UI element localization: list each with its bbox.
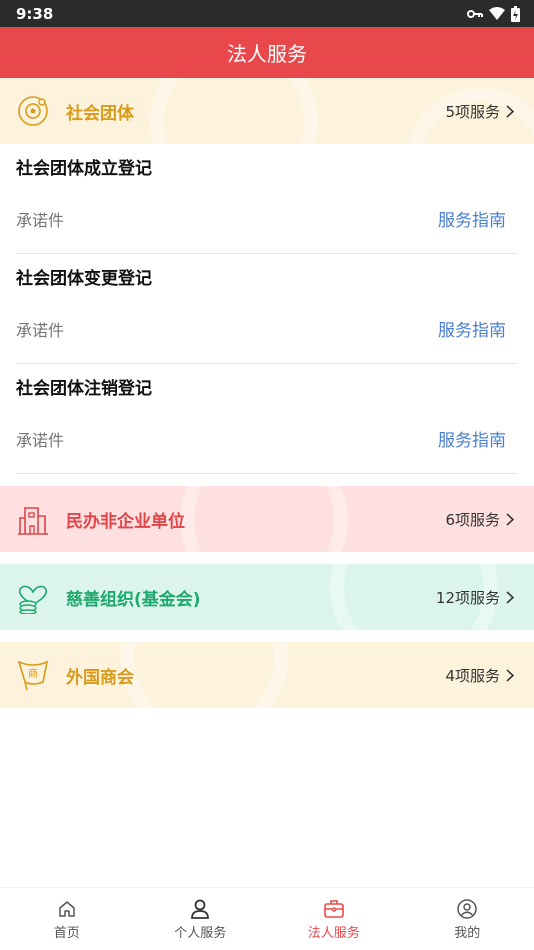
service-guide-link[interactable]: 服务指南 — [438, 426, 506, 451]
service-tag: 承诺件 — [16, 430, 65, 450]
chevron-right-icon — [506, 512, 514, 526]
category-count: 4项服务 — [445, 665, 514, 686]
tab-label: 首页 — [53, 925, 80, 941]
service-item[interactable]: 社会团体注销登记 承诺件 服务指南 — [16, 364, 518, 474]
tab-label: 个人服务 — [174, 925, 227, 941]
tab-home[interactable]: 首页 — [0, 888, 134, 950]
service-item[interactable]: 社会团体变更登记 承诺件 服务指南 — [16, 254, 518, 364]
category-title: 外国商会 — [66, 667, 134, 688]
chevron-right-icon — [506, 104, 514, 118]
category-social-group[interactable]: 社会团体 5项服务 — [0, 78, 534, 144]
service-name: 社会团体注销登记 — [16, 379, 152, 399]
tab-mine[interactable]: 我的 — [401, 888, 534, 950]
category-count: 12项服务 — [436, 587, 514, 608]
category-title: 慈善组织(基金会) — [66, 589, 201, 610]
charity-coins-icon — [16, 580, 50, 614]
service-guide-link[interactable]: 服务指南 — [438, 206, 506, 231]
bottom-tab-bar: 首页 个人服务 法人服务 我的 — [0, 887, 534, 950]
category-title: 社会团体 — [66, 103, 134, 124]
vpn-key-icon — [467, 9, 483, 18]
category-count-label: 4项服务 — [445, 666, 500, 685]
home-icon — [59, 900, 75, 917]
category-count-label: 6项服务 — [445, 510, 500, 529]
status-icons — [467, 5, 520, 22]
battery-icon — [511, 5, 520, 22]
building-icon — [16, 502, 50, 536]
tab-legal-service[interactable]: 法人服务 — [267, 888, 401, 950]
service-tag: 承诺件 — [16, 320, 65, 340]
page-header: 法人服务 — [0, 27, 534, 78]
service-name: 社会团体成立登记 — [16, 159, 152, 179]
chevron-right-icon — [506, 668, 514, 682]
category-count-label: 12项服务 — [435, 588, 500, 607]
service-item[interactable]: 社会团体成立登记 承诺件 服务指南 — [16, 144, 518, 254]
category-foreign-chamber[interactable]: 商 外国商会 4项服务 — [0, 642, 534, 708]
person-icon — [191, 899, 210, 919]
service-tag: 承诺件 — [16, 210, 65, 230]
profile-icon — [457, 898, 477, 919]
tab-label: 法人服务 — [307, 925, 360, 941]
category-count-label: 5项服务 — [445, 102, 500, 121]
service-guide-link[interactable]: 服务指南 — [438, 316, 506, 341]
service-list: 社会团体成立登记 承诺件 服务指南 社会团体变更登记 承诺件 服务指南 社会团体… — [0, 144, 534, 474]
briefcase-icon — [323, 899, 344, 918]
page-title: 法人服务 — [227, 42, 307, 66]
chamber-flag-icon: 商 — [16, 658, 50, 692]
category-title: 民办非企业单位 — [66, 511, 185, 532]
category-private-non-enterprise[interactable]: 民办非企业单位 6项服务 — [0, 486, 534, 552]
service-name: 社会团体变更登记 — [16, 269, 152, 289]
svg-text:商: 商 — [28, 667, 38, 680]
category-charity[interactable]: 慈善组织(基金会) 12项服务 — [0, 564, 534, 630]
tab-label: 我的 — [454, 925, 481, 941]
status-bar: 9:38 — [0, 0, 534, 27]
status-time: 9:38 — [16, 4, 54, 23]
wifi-icon — [489, 6, 505, 20]
category-count: 6项服务 — [445, 509, 514, 530]
social-group-icon — [16, 94, 50, 128]
category-count: 5项服务 — [445, 101, 514, 122]
tab-personal-service[interactable]: 个人服务 — [134, 888, 268, 950]
chevron-right-icon — [506, 590, 514, 604]
